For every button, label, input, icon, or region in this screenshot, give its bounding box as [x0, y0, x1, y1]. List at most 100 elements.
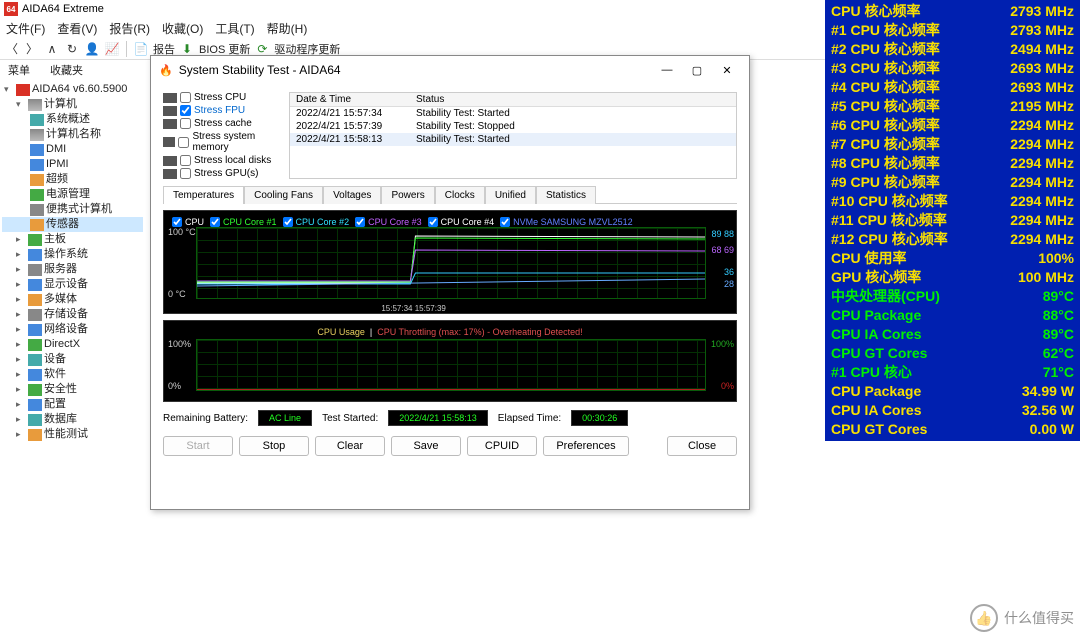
stress-fpu[interactable]: Stress FPU: [163, 105, 283, 116]
tree-server[interactable]: 服务器: [44, 262, 77, 277]
log-row[interactable]: 2022/4/21 15:58:13Stability Test: Starte…: [290, 133, 736, 146]
usage-label: CPU Usage: [317, 327, 365, 337]
tree-overclock[interactable]: 超频: [46, 172, 68, 187]
tree-dmi[interactable]: DMI: [46, 142, 66, 157]
tree-network[interactable]: 网络设备: [44, 322, 88, 337]
tab-cooling[interactable]: Cooling Fans: [244, 186, 323, 204]
forward-icon[interactable]: 〉: [24, 41, 40, 57]
up-icon[interactable]: ∧: [44, 41, 60, 57]
save-button[interactable]: Save: [391, 436, 461, 456]
tab-temperatures[interactable]: Temperatures: [163, 186, 244, 204]
menu-tools[interactable]: 工具(T): [215, 20, 254, 37]
tree-root[interactable]: AIDA64 v6.60.5900: [32, 82, 127, 97]
tree-power[interactable]: 电源管理: [46, 187, 90, 202]
tree-computer[interactable]: 计算机: [44, 97, 77, 112]
menu-report[interactable]: 报告(R): [109, 20, 150, 37]
legend-item[interactable]: NVMe SAMSUNG MZVL2512: [500, 217, 633, 227]
user-icon[interactable]: 👤: [84, 41, 100, 57]
overlay-row: #9 CPU 核心频率2294 MHz: [831, 173, 1074, 192]
benchmark-icon: [28, 429, 42, 441]
tree-software[interactable]: 软件: [44, 367, 66, 382]
dialog-titlebar[interactable]: 🔥 System Stability Test - AIDA64 — ▢ ✕: [151, 56, 749, 84]
dialog-close-button[interactable]: Close: [667, 436, 737, 456]
stress-cpu[interactable]: Stress CPU: [163, 92, 283, 103]
stress-memory[interactable]: Stress system memory: [163, 131, 283, 153]
report-icon[interactable]: 📄: [133, 41, 149, 57]
menu-help[interactable]: 帮助(H): [267, 20, 308, 37]
start-button[interactable]: Start: [163, 436, 233, 456]
overlay-row: CPU IA Cores32.56 W: [831, 401, 1074, 420]
legend-item[interactable]: CPU Core #3: [355, 217, 422, 227]
tree-mobo[interactable]: 主板: [44, 232, 66, 247]
menu-view[interactable]: 查看(V): [57, 20, 97, 37]
stress-disk[interactable]: Stress local disks: [163, 155, 283, 166]
refresh-icon[interactable]: ↻: [64, 41, 80, 57]
legend-item[interactable]: CPU Core #2: [283, 217, 350, 227]
separator: [126, 41, 127, 57]
col-datetime[interactable]: Date & Time: [290, 93, 410, 106]
device-icon: [28, 354, 42, 366]
pc-icon: [30, 129, 44, 141]
overlay-row: #2 CPU 核心频率2494 MHz: [831, 40, 1074, 59]
overlay-row: GPU 核心频率100 MHz: [831, 268, 1074, 287]
tree-portable[interactable]: 便携式计算机: [46, 202, 112, 217]
tree-summary[interactable]: 系统概述: [46, 112, 90, 127]
tree-os[interactable]: 操作系统: [44, 247, 88, 262]
legend-item[interactable]: CPU Core #4: [428, 217, 495, 227]
minimize-button[interactable]: —: [653, 60, 681, 80]
favorites-tab[interactable]: 收藏夹: [50, 62, 83, 76]
tree-config[interactable]: 配置: [44, 397, 66, 412]
fpu-icon: [163, 106, 177, 116]
tab-unified[interactable]: Unified: [485, 186, 536, 204]
tree-benchmark[interactable]: 性能测试: [44, 427, 88, 442]
status-row: Remaining Battery: AC Line Test Started:…: [163, 408, 737, 428]
legend-item[interactable]: CPU: [172, 217, 204, 227]
menu-file[interactable]: 文件(F): [6, 20, 45, 37]
cpuid-button[interactable]: CPUID: [467, 436, 537, 456]
tree-storage[interactable]: 存储设备: [44, 307, 88, 322]
log-row[interactable]: 2022/4/21 15:57:39Stability Test: Stoppe…: [290, 120, 736, 133]
stress-cache[interactable]: Stress cache: [163, 118, 283, 129]
software-icon: [28, 369, 42, 381]
y-min: 0%: [168, 381, 181, 391]
tab-clocks[interactable]: Clocks: [435, 186, 485, 204]
temperature-graph: CPU CPU Core #1 CPU Core #2 CPU Core #3 CPU …: [163, 210, 737, 314]
app-icon: 64: [4, 2, 18, 16]
elapsed-label: Elapsed Time:: [498, 413, 561, 424]
clear-button[interactable]: Clear: [315, 436, 385, 456]
nav-tree[interactable]: ▾AIDA64 v6.60.5900 ▾计算机 系统概述 计算机名称 DMI I…: [0, 78, 145, 638]
tree-security[interactable]: 安全性: [44, 382, 77, 397]
y-max: 100%: [168, 339, 191, 349]
tree-sensors[interactable]: 传感器: [46, 217, 79, 232]
tree-multimedia[interactable]: 多媒体: [44, 292, 77, 307]
back-icon[interactable]: 〈: [4, 41, 20, 57]
tree-ipmi[interactable]: IPMI: [46, 157, 69, 172]
tree-database[interactable]: 数据库: [44, 412, 77, 427]
overlay-row: CPU Package34.99 W: [831, 382, 1074, 401]
col-status[interactable]: Status: [410, 93, 736, 106]
tab-powers[interactable]: Powers: [381, 186, 434, 204]
tree-device[interactable]: 设备: [44, 352, 66, 367]
readout: 28: [724, 279, 734, 289]
maximize-button[interactable]: ▢: [683, 60, 711, 80]
battery-value: AC Line: [258, 410, 312, 426]
tab-voltages[interactable]: Voltages: [323, 186, 381, 204]
overlay-row: #12 CPU 核心频率2294 MHz: [831, 230, 1074, 249]
log-row[interactable]: 2022/4/21 15:57:34Stability Test: Starte…: [290, 107, 736, 120]
menubar: 文件(F) 查看(V) 报告(R) 收藏(O) 工具(T) 帮助(H): [0, 18, 825, 38]
tree-display[interactable]: 显示设备: [44, 277, 88, 292]
tree-computer-name[interactable]: 计算机名称: [46, 127, 101, 142]
tab-statistics[interactable]: Statistics: [536, 186, 596, 204]
preferences-button[interactable]: Preferences: [543, 436, 629, 456]
chart-icon[interactable]: 📈: [104, 41, 120, 57]
watermark-text: 什么值得买: [1004, 608, 1074, 628]
close-button[interactable]: ✕: [713, 60, 741, 80]
menu-favorites[interactable]: 收藏(O): [162, 20, 203, 37]
legend-item[interactable]: CPU Core #1: [210, 217, 277, 227]
stress-gpu[interactable]: Stress GPU(s): [163, 168, 283, 179]
summary-icon: [30, 114, 44, 126]
menu-tab[interactable]: 菜单: [8, 62, 30, 76]
tree-directx[interactable]: DirectX: [44, 337, 80, 352]
app-title: AIDA64 Extreme: [22, 3, 104, 15]
stop-button[interactable]: Stop: [239, 436, 309, 456]
